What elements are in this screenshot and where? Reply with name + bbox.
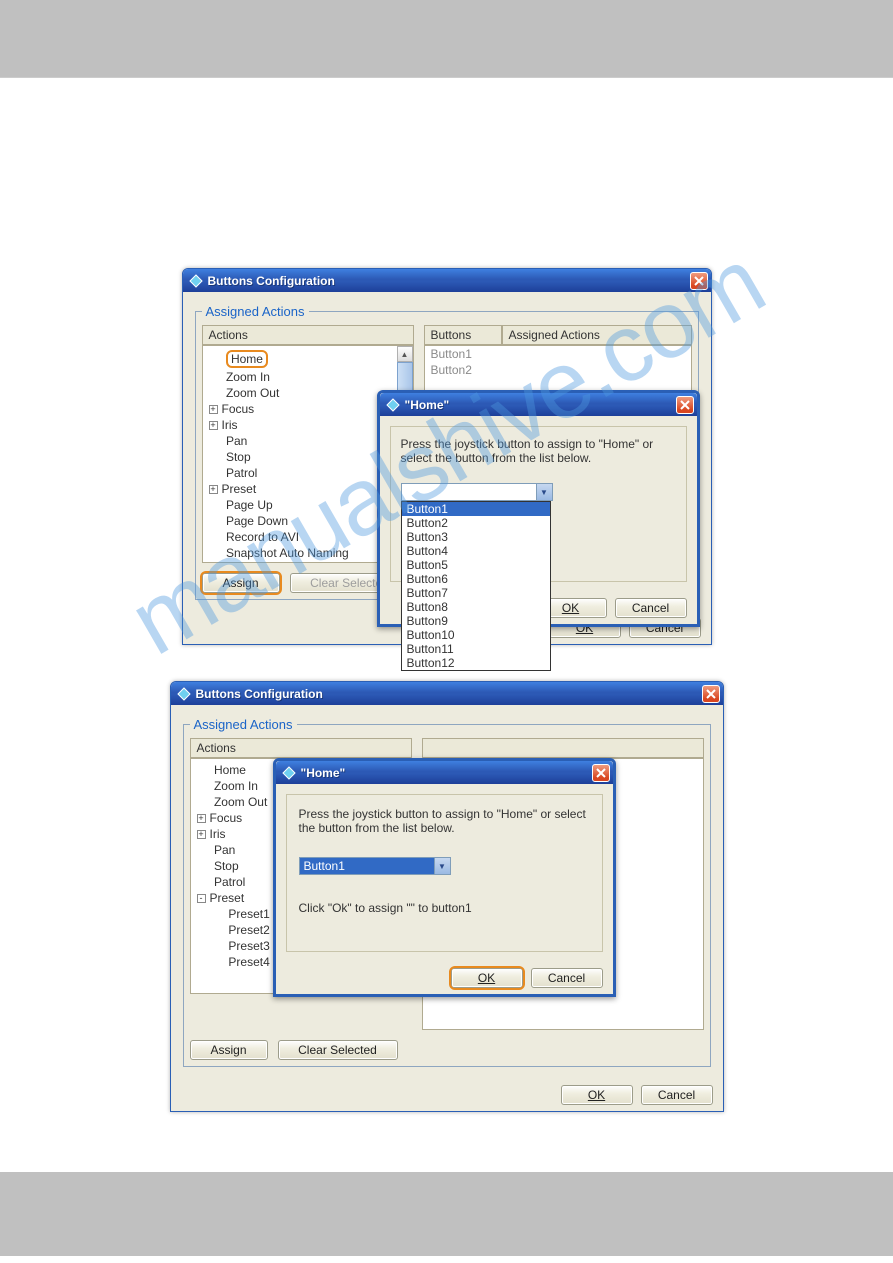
dropdown-option[interactable]: Button3 <box>402 530 550 544</box>
clear-selected-button[interactable]: Clear Selected <box>278 1040 398 1060</box>
dialog-title: "Home" <box>405 398 676 412</box>
combo-value: Button1 <box>300 858 434 874</box>
close-button[interactable] <box>702 685 720 703</box>
dropdown-option[interactable]: Button1 <box>402 502 550 516</box>
dropdown-option[interactable]: Button9 <box>402 614 550 628</box>
ok-button[interactable]: OK <box>451 968 523 988</box>
scroll-up-icon[interactable]: ▲ <box>397 346 413 362</box>
dropdown-option[interactable]: Button11 <box>402 642 550 656</box>
top-gray-band <box>0 0 893 77</box>
dialog-instruction: Press the joystick button to assign to "… <box>401 437 676 465</box>
list-item[interactable]: Button2 <box>425 362 691 378</box>
dialog-title: "Home" <box>301 766 592 780</box>
expand-icon[interactable]: + <box>209 485 218 494</box>
expand-icon[interactable]: + <box>197 814 206 823</box>
dropdown-option[interactable]: Button12 <box>402 656 550 670</box>
dropdown-option[interactable]: Button8 <box>402 600 550 614</box>
bottom-gray-band <box>0 1172 893 1256</box>
titlebar: Buttons Configuration <box>171 682 723 705</box>
window-title: Buttons Configuration <box>196 687 702 701</box>
dropdown-option[interactable]: Button5 <box>402 558 550 572</box>
collapse-icon[interactable]: - <box>197 894 206 903</box>
dropdown-option[interactable]: Button7 <box>402 586 550 600</box>
col-header-right <box>422 738 704 758</box>
expand-icon[interactable]: + <box>197 830 206 839</box>
expand-icon[interactable]: + <box>209 421 218 430</box>
dropdown-list[interactable]: Button1 Button2 Button3 Button4 Button5 … <box>401 501 551 671</box>
col-assigned: Assigned Actions <box>502 325 692 345</box>
close-button[interactable] <box>690 272 708 290</box>
col-actions: Actions <box>202 325 414 345</box>
window-title: Buttons Configuration <box>208 274 690 288</box>
cancel-button[interactable]: Cancel <box>531 968 603 988</box>
dialog-instruction: Press the joystick button to assign to "… <box>299 807 590 835</box>
confirm-text: Click "Ok" to assign "" to button1 <box>299 901 590 915</box>
titlebar: "Home" <box>276 761 613 784</box>
dropdown-option[interactable]: Button10 <box>402 628 550 642</box>
titlebar: Buttons Configuration <box>183 269 711 292</box>
col-buttons: Buttons <box>424 325 502 345</box>
chevron-down-icon[interactable]: ▼ <box>434 858 450 874</box>
dropdown-option[interactable]: Button6 <box>402 572 550 586</box>
expand-icon[interactable]: + <box>209 405 218 414</box>
close-button[interactable] <box>676 396 694 414</box>
home-assign-dialog: "Home" Press the joystick button to assi… <box>273 758 616 997</box>
button-select[interactable]: ▼ <box>401 483 553 501</box>
ok-button[interactable]: OK <box>561 1085 633 1105</box>
list-item[interactable]: Button1 <box>425 346 691 362</box>
dropdown-option[interactable]: Button4 <box>402 544 550 558</box>
titlebar: "Home" <box>380 393 697 416</box>
close-button[interactable] <box>592 764 610 782</box>
assign-button[interactable]: Assign <box>202 573 280 593</box>
dropdown-option[interactable]: Button2 <box>402 516 550 530</box>
cancel-button[interactable]: Cancel <box>615 598 687 618</box>
group-legend: Assigned Actions <box>202 304 309 319</box>
diamond-icon <box>177 687 191 701</box>
combo-value <box>402 484 536 500</box>
assign-button[interactable]: Assign <box>190 1040 268 1060</box>
col-actions: Actions <box>190 738 412 758</box>
chevron-down-icon[interactable]: ▼ <box>536 484 552 500</box>
tree-item-home[interactable]: Home <box>209 349 407 369</box>
cancel-button[interactable]: Cancel <box>641 1085 713 1105</box>
group-legend: Assigned Actions <box>190 717 297 732</box>
tree-item-zoom-in[interactable]: Zoom In <box>209 369 407 385</box>
home-assign-dialog: "Home" Press the joystick button to assi… <box>377 390 700 627</box>
diamond-icon <box>189 274 203 288</box>
button-select[interactable]: Button1 ▼ <box>299 857 451 875</box>
diamond-icon <box>386 398 400 412</box>
diamond-icon <box>282 766 296 780</box>
